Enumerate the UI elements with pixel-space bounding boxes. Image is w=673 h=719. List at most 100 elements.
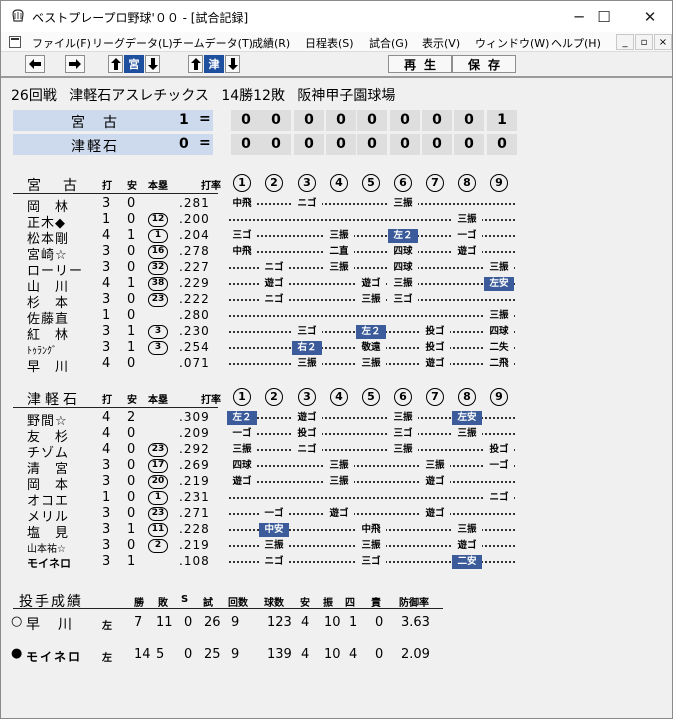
batter-average: .281 — [179, 196, 210, 210]
batter-row[interactable]: 野間☆ 4 2.309 左２ 遊ゴ 三振 左安 — [1, 410, 672, 429]
batter-row[interactable]: 佐藤直 1 0.280 三振 — [1, 308, 672, 327]
prev-game-button[interactable] — [25, 55, 45, 73]
pitcher-row[interactable]: ○ 早 川左 7 11 0 26 9 123 4 10 1 0 3.63 — [1, 613, 672, 633]
title-bar[interactable]: ベストプレープロ野球'００ - [試合記録] ─ ☐ ✕ — [1, 1, 672, 32]
mdi-close-button[interactable]: × — [654, 34, 672, 50]
at-bat-result: 二飛 — [484, 357, 514, 371]
at-bat-result: 三振 — [420, 459, 450, 473]
team-label: 津軽石アスレチックス — [69, 88, 209, 104]
menu-schedule[interactable]: 日程表(S) — [305, 35, 354, 51]
arrow-left-icon — [29, 59, 41, 69]
team2-down-button[interactable] — [225, 55, 240, 73]
batter-row[interactable]: ﾄｩﾗﾝｸﾞ 3 1 3.254 右２ 敬遠 投ゴ 二失 — [1, 340, 672, 357]
batter-row[interactable]: モイネロ 3 1 .108 ニゴ 三ゴ 二安 — [1, 554, 672, 570]
mdi-minimize-button[interactable]: _ — [616, 34, 634, 50]
at-bat-result: 三振 — [452, 523, 482, 537]
menu-league-data[interactable]: リーグデータ(L) — [92, 35, 173, 51]
play-button[interactable]: 再生 — [388, 55, 452, 73]
batter-row[interactable]: 岡 本 3 0 20.219 遊ゴ 三振 遊ゴ — [1, 474, 672, 493]
at-bat-result: 三振 — [388, 443, 418, 457]
baseball-glove-icon — [12, 9, 24, 22]
scoreboard-inning-cell: 0 — [422, 134, 452, 155]
batter-row[interactable]: 塩 見 3 1 11.228 中安 中飛 三振 — [1, 522, 672, 541]
menu-game[interactable]: 試合(G) — [369, 35, 408, 51]
pitching-header: 球数 — [264, 598, 284, 609]
at-bat-result: 左２ — [356, 325, 386, 339]
team1-up-button[interactable] — [108, 55, 123, 73]
pitcher-stat: 26 — [204, 615, 221, 630]
batter-home-runs: 23 — [148, 507, 168, 521]
team2-select-button[interactable]: 津 — [204, 55, 224, 73]
menu-view[interactable]: 表示(V) — [422, 35, 460, 51]
team2-up-button[interactable] — [188, 55, 203, 73]
pitching-header: 安 — [300, 598, 310, 609]
team1-down-button[interactable] — [145, 55, 160, 73]
batter-row[interactable]: 紅 林 3 1 3.230 三ゴ 左２ 投ゴ 四球 — [1, 324, 672, 343]
batter-row[interactable]: 岡 林 3 0.281 中飛 ニゴ 三振 — [1, 196, 672, 215]
batter-row[interactable]: 宮崎☆ 3 0 16.278 中飛 二直 四球 遊ゴ — [1, 244, 672, 263]
batter-hits: 0 — [127, 490, 136, 505]
batter-at-bats: 4 — [102, 228, 111, 243]
pitcher-stat: 7 — [134, 615, 143, 630]
game-header: 26回戦 津軽石アスレチックス 14勝12敗 阪神甲子園球場 — [11, 85, 403, 105]
at-bat-result: 三振 — [324, 261, 354, 275]
menu-team-data[interactable]: チームデータ(T) — [172, 35, 253, 51]
menu-help[interactable]: ヘルプ(H) — [551, 35, 601, 51]
inning-header: 9 — [490, 388, 508, 406]
menu-records[interactable]: 成績(R) — [252, 35, 290, 51]
at-bat-result: 遊ゴ — [420, 357, 450, 371]
batter-at-bats: 3 — [102, 522, 111, 537]
batter-average: .269 — [179, 458, 210, 472]
batter-row[interactable]: 友 杉 4 0.209 一ゴ 投ゴ 三ゴ 三振 — [1, 426, 672, 445]
next-game-button[interactable] — [65, 55, 85, 73]
batter-at-bats: 3 — [102, 196, 111, 211]
scoreboard-equals: = — [199, 111, 211, 127]
batter-hits: 0 — [127, 356, 136, 371]
batter-row[interactable]: オコエ 1 0 1.231 ニゴ — [1, 490, 672, 509]
save-button[interactable]: 保存 — [452, 55, 516, 73]
batter-average: .071 — [179, 356, 210, 370]
scoreboard-inning-cell: 0 — [454, 110, 484, 131]
menu-file[interactable]: ファイル(F) — [32, 35, 91, 51]
batter-hits: 0 — [127, 442, 136, 457]
at-bat-result: ニゴ — [292, 197, 322, 211]
batter-row[interactable]: 松本剛 4 1 1.204 三ゴ 三振 左２ 一ゴ — [1, 228, 672, 247]
pitcher-stat: 4 — [349, 647, 358, 662]
round-label: 26回戦 — [11, 88, 57, 104]
scoreboard-inning-cell: 0 — [261, 110, 291, 131]
at-bat-result: ニゴ — [259, 261, 289, 275]
batter-row[interactable]: 山本祐☆ 3 0 2 .219 三振 三振 遊ゴ — [1, 538, 672, 555]
at-bat-result: 敬遠 — [356, 341, 386, 355]
batter-average: .254 — [179, 340, 210, 354]
batter-row[interactable]: 山 川 4 1 38.229 遊ゴ 遊ゴ 三振 左安 — [1, 276, 672, 295]
document-menu-icon[interactable] — [9, 36, 21, 48]
batter-hits: 0 — [127, 538, 136, 553]
mdi-restore-button[interactable]: ▫ — [635, 34, 653, 50]
team-divider — [13, 407, 218, 408]
batter-average: .230 — [179, 324, 210, 338]
batter-at-bats: 3 — [102, 474, 111, 489]
at-bat-result: 四球 — [227, 459, 257, 473]
at-bat-result: 遊ゴ — [452, 245, 482, 259]
batter-row[interactable]: チゾム 4 0 23.292 三振 ニゴ 三振 投ゴ — [1, 442, 672, 461]
at-bat-result: 中飛 — [227, 245, 257, 259]
batter-row[interactable]: ローリー 3 0 32.227 ニゴ 三振 四球 三振 — [1, 260, 672, 279]
batter-row[interactable]: 早 川 4 0 .071 三振 三振 遊ゴ 二飛 — [1, 356, 672, 375]
close-button[interactable]: ✕ — [627, 1, 673, 32]
pitcher-name: 早 川 — [26, 617, 74, 633]
pitcher-row[interactable]: ● モイネロ 左 14 5 0 25 9 139 4 10 4 0 2.09 — [1, 645, 672, 665]
batter-row[interactable]: 清 宮 3 0 17.269 四球 三振 三振 一ゴ — [1, 458, 672, 477]
at-bat-result: 四球 — [484, 325, 514, 339]
batter-row[interactable]: 正木◆ 1 0 12.200 三振 — [1, 212, 672, 231]
pitcher-stat: 25 — [204, 647, 221, 662]
batter-row[interactable]: 杉 本 3 0 23.222 ニゴ 三振 三ゴ — [1, 292, 672, 311]
team1-select-button[interactable]: 宮 — [124, 55, 144, 73]
menu-window[interactable]: ウィンドウ(W) — [475, 35, 549, 51]
at-bat-result: 遊ゴ — [324, 507, 354, 521]
pitching-header: 回数 — [228, 598, 248, 609]
at-bat-result: 三振 — [356, 539, 386, 553]
pitcher-stat: 10 — [324, 615, 341, 630]
batter-row[interactable]: メリル 3 0 23.271 一ゴ 遊ゴ 遊ゴ — [1, 506, 672, 525]
at-bat-dotted-line — [229, 203, 515, 205]
maximize-button[interactable]: ☐ — [581, 1, 627, 32]
